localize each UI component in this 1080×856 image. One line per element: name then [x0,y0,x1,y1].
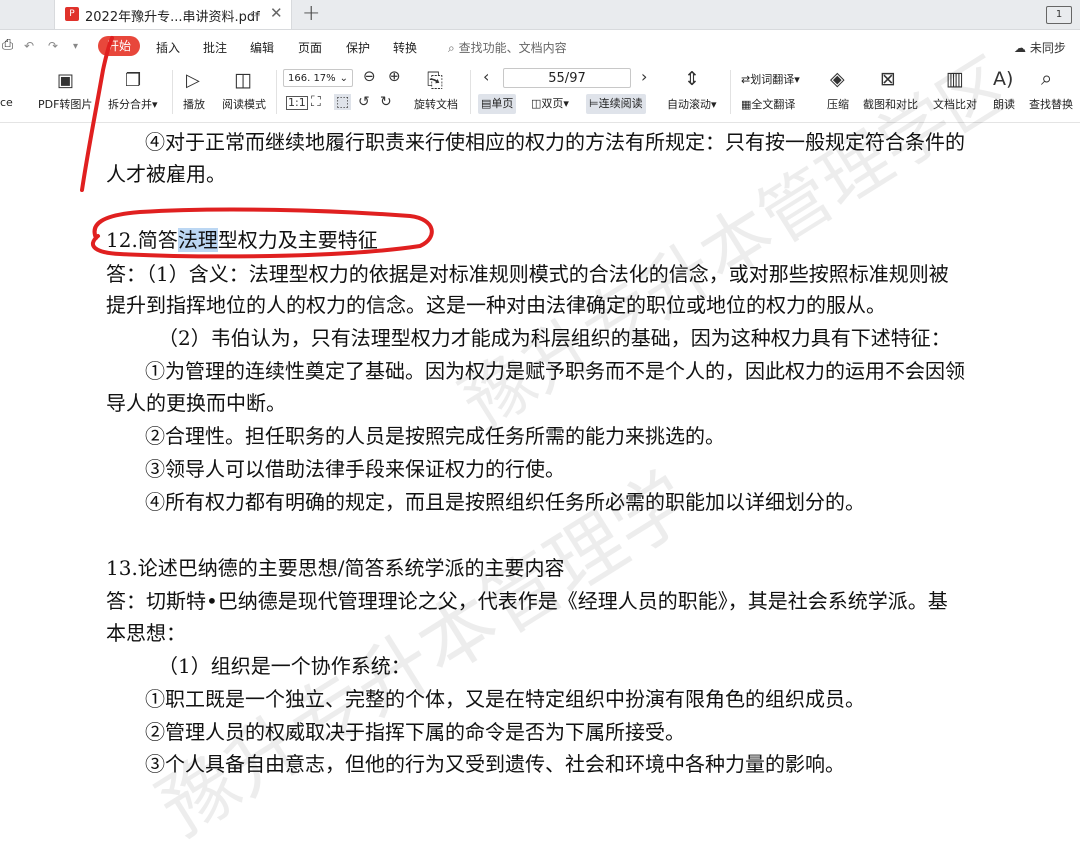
full-translate-button[interactable]: ▦全文翻译 [741,96,795,112]
redo-icon[interactable]: ↷ [48,39,58,53]
translate-icon: ⇄ [741,73,751,86]
play-icon[interactable]: ▷ [186,70,200,91]
page-number-input[interactable]: 55/97 [503,68,631,88]
doc-line: 答：（1）含义：法理型权力的依据是对标准规则模式的合法化的信念，或对那些按照标准… [106,262,949,286]
new-tab-icon[interactable]: + [302,1,320,26]
zoom-out-icon[interactable]: ⊖ [363,67,376,85]
tab-bar: P 2022年豫升专...串讲资料.pdf ▭ ✕ + 1 [0,0,1080,30]
doc-line: 人才被雇用。 [106,162,226,186]
next-page-icon[interactable]: › [641,67,647,86]
compress-icon[interactable]: ◈ [830,68,845,90]
zoom-select[interactable]: 166. 17% ⌄ [283,69,353,87]
search-placeholder: 查找功能、文档内容 [458,41,567,55]
chevron-down-icon: ⌄ [339,73,348,84]
read-mode-button[interactable]: 阅读模式 [222,96,266,112]
sync-label: 未同步 [1029,41,1066,55]
undo-icon[interactable]: ↶ [24,39,34,53]
play-button[interactable]: 播放 [183,96,205,112]
auto-scroll-button[interactable]: 自动滚动▾ [667,96,717,112]
document-tab[interactable]: P 2022年豫升专...串讲资料.pdf ▭ ✕ [54,0,292,29]
word-translate-button[interactable]: ⇄划词翻译▾ [741,71,800,87]
actual-size-icon[interactable]: 1:1 [286,96,308,110]
section-heading-12: 12.简答法理型权力及主要特征 [106,228,378,252]
prev-page-icon[interactable]: ‹ [483,67,489,86]
doc-line: 提升到指挥地位的人的权力的信念。这是一种对由法律确定的职位或地位的权力的服从。 [106,293,886,317]
fit-page-icon[interactable]: ⛶ [311,94,321,110]
sync-status[interactable]: ☁ 未同步 [1014,39,1066,56]
search-icon: ⌕ [448,41,455,55]
menu-edit[interactable]: 编辑 [250,39,274,56]
toolbar-cut-label[interactable]: ce [0,96,13,109]
find-icon[interactable]: ⌕ [1041,66,1052,90]
dropdown-icon[interactable]: ▾ [73,41,78,52]
pdf-file-icon: P [65,7,79,21]
double-page-button[interactable]: ◫双页▾ [528,94,572,114]
page-indicator-icon[interactable]: 1 [1046,6,1072,24]
doc-line: 本思想： [106,621,186,645]
menu-page[interactable]: 页面 [298,39,322,56]
menu-protect[interactable]: 保护 [346,39,370,56]
rotate-left-icon[interactable]: ↺ [358,94,370,110]
split-merge-icon[interactable]: ❐ [125,70,141,91]
doc-line: ②合理性。担任职务的人员是按照完成任务所需的能力来挑选的。 [145,424,725,448]
menu-start[interactable]: 开始 [98,36,140,56]
menu-row: ⎙ ↶ ↷ ▾ 开始 插入 批注 编辑 页面 保护 转换 ⌕ 查找功能、文档内容… [0,30,1080,62]
zoom-in-icon[interactable]: ⊕ [388,67,401,85]
print-icon[interactable]: ⎙ [2,37,13,53]
rotate-right-icon[interactable]: ↻ [380,94,392,110]
rotate-doc-icon[interactable]: ⎘ [427,68,443,92]
document-tab-title: 2022年豫升专...串讲资料.pdf [85,10,260,25]
cloud-icon: ☁ [1014,41,1026,55]
rotate-doc-button[interactable]: 旋转文档 [414,96,458,112]
menu-insert[interactable]: 插入 [156,39,180,56]
home-tab[interactable] [0,0,42,29]
selected-text: 法理 [177,228,218,252]
fit-width-icon[interactable]: ⬚ [334,94,352,110]
single-page-icon: ▤ [481,97,492,110]
pdf-to-image-button[interactable]: PDF转图片 [38,96,92,112]
double-page-icon: ◫ [531,97,542,110]
doc-line: 导人的更换而中断。 [106,391,286,415]
close-tab-icon[interactable]: ✕ [270,4,283,22]
single-page-button[interactable]: ▤单页 [478,94,517,114]
split-merge-button[interactable]: 拆分合并▾ [108,96,158,112]
book-icon[interactable]: ◫ [234,69,252,91]
continuous-read-button[interactable]: ⊨连续阅读 [586,94,646,114]
doc-line: ③领导人可以借助法律手段来保证权力的行使。 [145,457,565,481]
screen-icon[interactable]: ▭ [250,7,264,21]
continuous-icon: ⊨ [589,97,599,110]
find-replace-button[interactable]: 查找替换 [1029,96,1073,112]
zoom-value: 166. 17% [288,73,336,84]
image-icon[interactable]: ▣ [57,70,74,91]
menu-convert[interactable]: 转换 [393,39,417,56]
auto-scroll-icon[interactable]: ⇕ [684,68,700,90]
doc-line: ④所有权力都有明确的规定，而且是按照组织任务所必需的职能加以详细划分的。 [145,490,865,514]
menu-annotate[interactable]: 批注 [203,39,227,56]
translate-doc-icon: ▦ [741,98,752,111]
document-page[interactable]: ④对于正常而继续地履行职责来行使相应的权力的方法有所规定：只有按一般规定符合条件… [0,42,1080,853]
search-box[interactable]: ⌕ 查找功能、文档内容 [448,39,567,56]
